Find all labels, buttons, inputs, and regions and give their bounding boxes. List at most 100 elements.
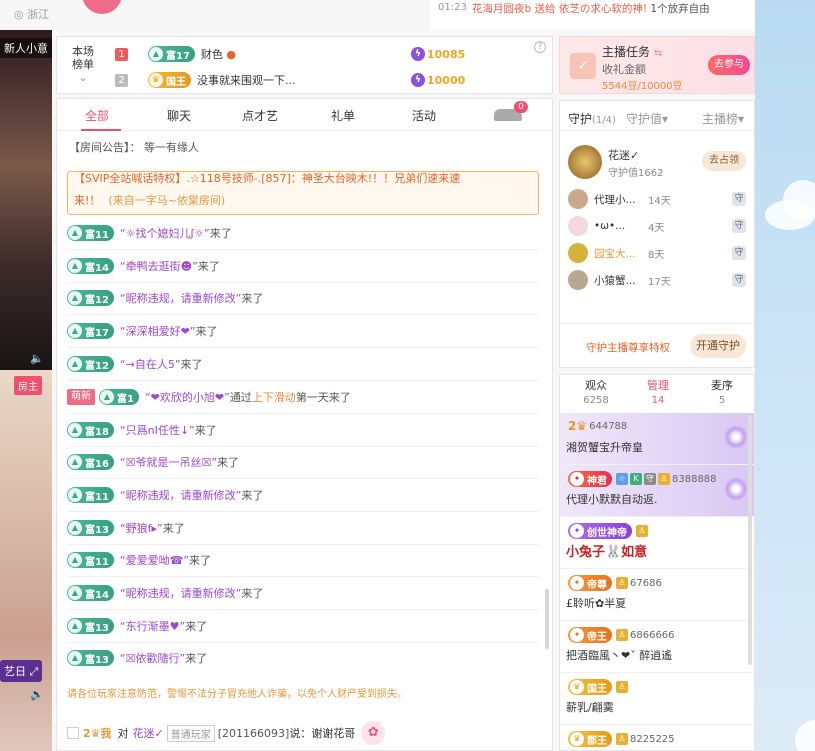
guard-panel: 守护(1/4) 守护值▾ 主播榜▾ 花迷✓ 守护值1662 去占领 代理小...… — [559, 100, 755, 368]
level-badge: ▲ 富17 — [148, 46, 195, 62]
rank-score-text: 10000 — [427, 73, 466, 87]
user-row-header: ✦ 神君 ☆ K 守 ♙ 8388888 — [568, 471, 717, 487]
user-name[interactable]: “东行渐墨♥” — [120, 618, 185, 634]
guard-name: 小猿蟹... — [594, 274, 636, 287]
fraud-warning: 请各位玩家注意防范，警惕不法分子冒充他人诈骗，以免个人财产受到损失。 — [67, 689, 407, 700]
cloud-decoration — [795, 720, 815, 751]
user-name[interactable]: “昵称违规，请重新修改” — [120, 290, 241, 306]
guard-list-item[interactable]: 代理小... 14天 守 — [568, 189, 748, 209]
user-row[interactable]: ✦ 创世神帝 ♙ 小兔子🐰如意 — [560, 517, 754, 569]
badge-icon: ✦ — [570, 628, 584, 642]
rank-title[interactable]: 本场榜单 ⌄ — [71, 45, 95, 84]
user-row[interactable]: 2♛ 644788 湘贺蟹宝升帝皇 — [560, 413, 754, 465]
guard-list-item[interactable]: 园宝大... 8天 守 — [568, 243, 748, 263]
tab-admin[interactable]: 管理 14 — [628, 379, 688, 408]
guard-name: •ω•... — [594, 220, 626, 232]
video-thumb-1[interactable] — [0, 30, 52, 370]
chat-message: ▲ 富17 “深深相爱好❤” 来了 — [67, 321, 218, 341]
top-guard-avatar[interactable] — [568, 145, 602, 179]
chat-scrollbar[interactable] — [545, 589, 549, 649]
level-badge: ▲ 富16 — [67, 454, 114, 470]
user-row-header: ✦ 帝王 ♙ 6866666 — [568, 627, 675, 643]
user-name[interactable]: “→自在人5” — [120, 356, 181, 372]
level-icon: ▲ — [68, 553, 82, 567]
video-thumb-2[interactable] — [0, 370, 52, 751]
user-name[interactable]: “❤欢欣的小旭❤” — [145, 389, 230, 405]
flower-gift-icon: ✿ — [361, 721, 386, 745]
rank-row[interactable]: 1 ▲ 富17 财色 ● ϟ 10085 — [115, 44, 535, 64]
tab-gift-list[interactable]: 礼单 — [331, 107, 355, 124]
join-task-button[interactable]: 去参与 — [708, 55, 750, 75]
guard-footer: 守护主播尊享特权 开通守护 — [560, 323, 754, 367]
open-guard-button[interactable]: 开通守护 — [690, 334, 746, 358]
tab-talent[interactable]: 点才艺 — [242, 107, 278, 124]
guard-list-item[interactable]: 小猿蟹... 17天 守 — [568, 270, 748, 290]
level-icon: ▲ — [68, 324, 82, 338]
user-name[interactable]: “☒爷就是一吊丝☒” — [120, 454, 217, 470]
audience-scrollbar[interactable] — [748, 415, 752, 665]
top-guard-name[interactable]: 花迷✓ — [608, 147, 639, 163]
swap-icon[interactable]: ⇆ — [654, 48, 662, 59]
chat-message: ▲ 富11 “☼找个媳妇儿ʃ☼” 来了 — [67, 223, 232, 243]
chat-message: ▲ 富12 “昵称违规，请重新修改” 来了 — [67, 288, 263, 308]
select-checkbox[interactable] — [67, 727, 79, 739]
tab-guard[interactable]: 守护(1/4) — [568, 110, 616, 127]
user-row[interactable]: ✦ 帝尊 ♙ 67686 £聆听✿半夏 — [560, 569, 754, 621]
user-row-header: ♛ 国王 ♙ — [568, 679, 630, 695]
user-name: 代理小默默自动返. — [566, 493, 658, 506]
level-badge: ▲ 富13 — [67, 520, 114, 536]
vip-icon: ♙ — [616, 733, 628, 745]
tab-guard-value[interactable]: 守护值▾ — [626, 110, 668, 127]
divider — [67, 249, 539, 250]
claim-button[interactable]: 去占领 — [702, 151, 746, 171]
tab-all[interactable]: 全部 — [85, 107, 109, 124]
level-badge: ▲ 富17 — [67, 323, 114, 339]
user-name[interactable]: “昵称违规，请重新修改” — [120, 487, 241, 503]
svip-line2: 来!！ (来自一字马~依棠房间) — [74, 192, 225, 208]
title-badge: ✦ 创世神帝 — [568, 523, 632, 539]
user-name[interactable]: “爱爱爱呦☎” — [120, 552, 189, 568]
tab-activity[interactable]: 活动 — [412, 107, 436, 124]
tab-chat[interactable]: 聊天 — [167, 107, 191, 124]
svip-broadcast[interactable]: 【SVIP全站喊话特权】.☆118号技师-.[857]：神圣大台映木!！！兄弟们… — [67, 171, 539, 215]
user-id: 67686 — [630, 577, 662, 589]
level-icon: ▲ — [68, 423, 82, 437]
level-badge: ▲ 富12 — [67, 356, 114, 372]
guard-name: 园宝大... — [594, 247, 636, 260]
user-name[interactable]: “野狼f▸” — [120, 520, 163, 536]
user-name[interactable]: “只爲nI任性↓” — [120, 422, 195, 438]
divider — [67, 511, 539, 512]
chat-message: ▲ 富18 “只爲nI任性↓” 来了 — [67, 420, 217, 440]
user-row-header: ♛ 郡王 ♙ 8225225 — [568, 731, 675, 747]
user-name[interactable]: “昵称违规，请重新修改” — [120, 585, 241, 601]
user-name[interactable]: “☼找个媳妇儿ʃ☼” — [120, 225, 210, 241]
tab-audience[interactable]: 观众 6258 — [566, 379, 626, 408]
badge-text: 神君 — [587, 475, 607, 487]
user-row[interactable]: ♛ 郡王 ♙ 8225225 — [560, 725, 754, 750]
volume-icon[interactable]: 🔈 — [30, 352, 44, 365]
say-label: 说： — [289, 727, 312, 740]
user-row[interactable]: ✦ 神君 ☆ K 守 ♙ 8388888 代理小默默自动返. — [560, 465, 754, 517]
help-icon[interactable]: ? — [534, 41, 546, 53]
guard-list-item[interactable]: •ω•... 4天 守 — [568, 216, 748, 236]
message-text-2: 第一天来了 — [295, 391, 351, 404]
user-row[interactable]: ✦ 帝王 ♙ 6866666 把酒臨風丶❤ˇ 醉逍遙 — [560, 621, 754, 673]
user-name[interactable]: “深深相爱好❤” — [120, 323, 196, 339]
message-text: 来了 — [185, 652, 208, 665]
user-name[interactable]: “☒依歡隨行” — [120, 650, 185, 666]
divider — [67, 413, 539, 414]
level-badge: ▲ 富14 — [67, 258, 114, 274]
divider — [67, 642, 539, 643]
tab-host-rank[interactable]: 主播榜▾ — [702, 110, 744, 127]
guard-name: 代理小... — [594, 193, 636, 206]
target-user[interactable]: 花迷✓ — [133, 725, 164, 741]
chat-message: ▲ 富11 “爱爱爱呦☎” 来了 — [67, 550, 211, 570]
user-row[interactable]: ♛ 国王 ♙ 薪乳/翩霙 — [560, 673, 754, 725]
user-name[interactable]: “牵鸭去逛街☻” — [120, 258, 198, 274]
svip-from[interactable]: (来自一字马~依棠房间) — [108, 194, 225, 207]
tab-mic-queue[interactable]: 麦序 5 — [692, 379, 752, 408]
volume-icon-2[interactable]: 🔈 — [30, 688, 44, 701]
rank-row[interactable]: 2 ♛ 国王 没事就来围观一下... ϟ 10000 — [115, 70, 535, 90]
player-type-tag: 普通玩家 — [166, 724, 215, 742]
video-tag-bottom[interactable]: 艺日 ⤢ — [0, 660, 43, 682]
